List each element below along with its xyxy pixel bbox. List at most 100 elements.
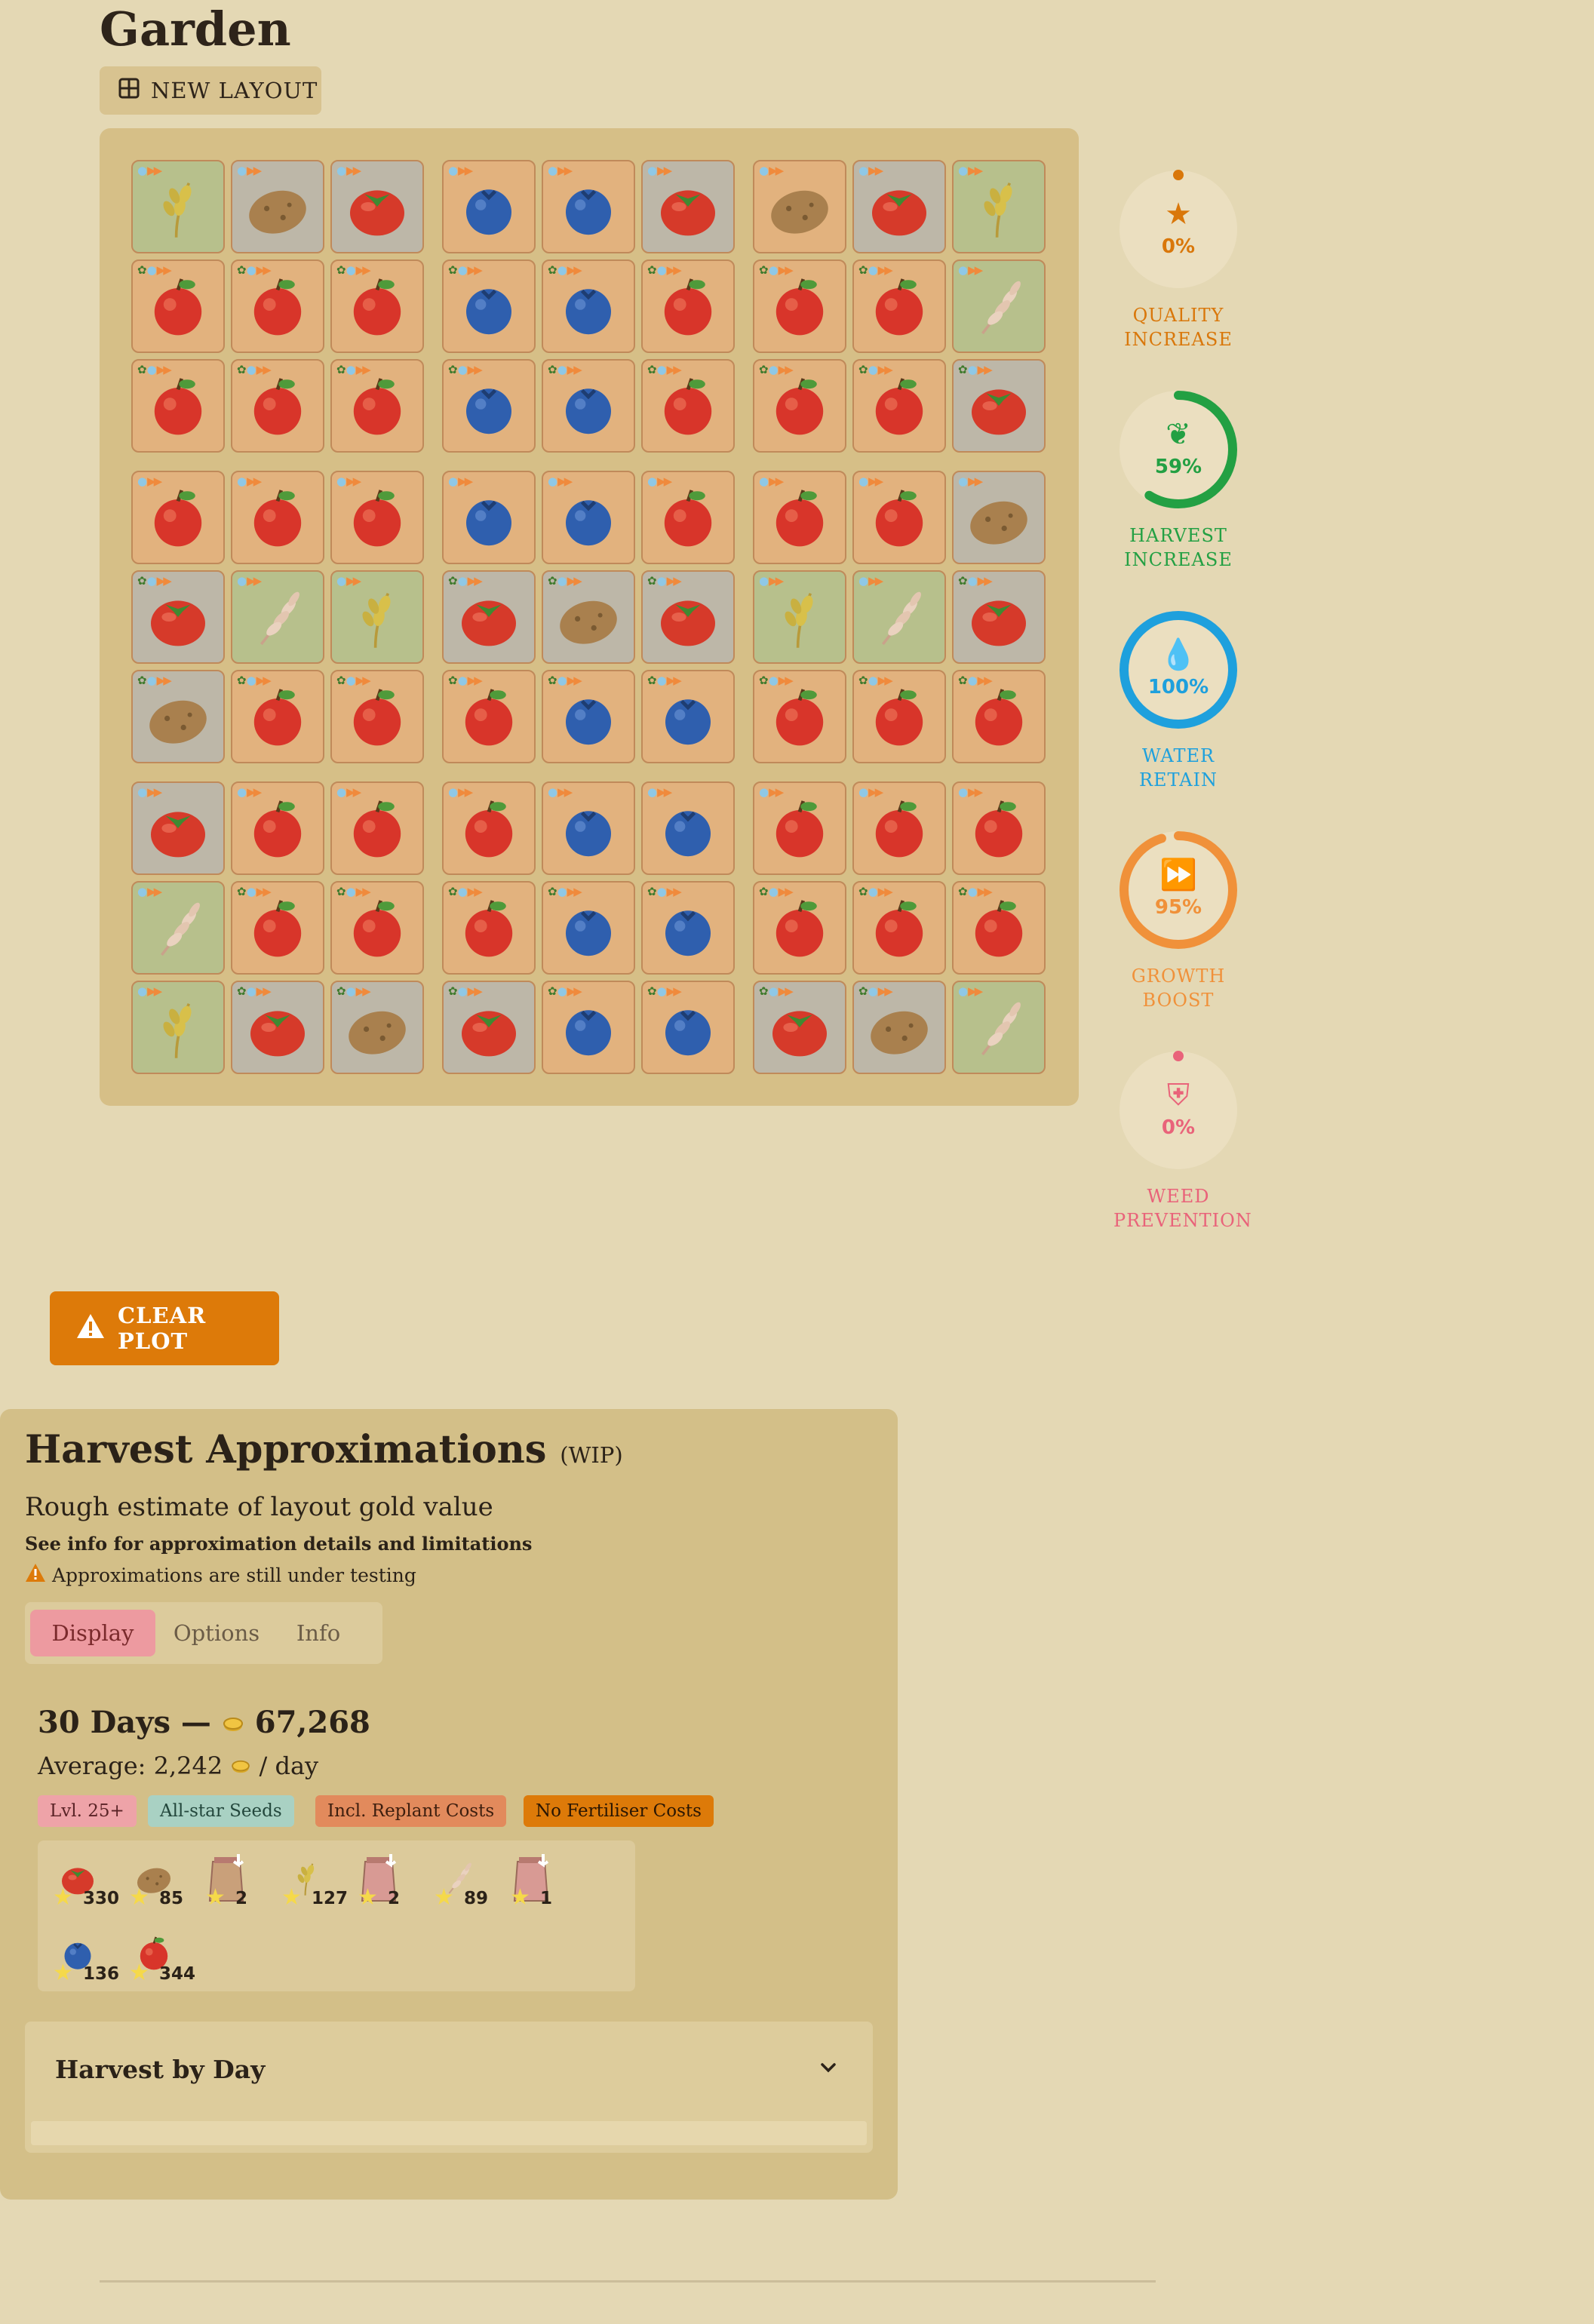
garden-plot[interactable]: ●▶▶ [952,781,1046,875]
garden-plot[interactable]: ●▶▶ [131,160,225,253]
garden-plot[interactable]: ●▶▶ [442,781,536,875]
garden-plot[interactable]: ●▶▶ [231,781,324,875]
garden-plot[interactable]: ✿●▶▶ [131,570,225,664]
garden-plot[interactable]: ✿●▶▶ [231,359,324,453]
tab-display[interactable]: Display [30,1610,155,1656]
stat-value: 59% [1154,456,1202,478]
harvest-by-day-accordion[interactable]: Harvest by Day [25,2022,873,2153]
garden-plot[interactable]: ✿●▶▶ [131,670,225,763]
tab-options[interactable]: Options [164,1610,269,1656]
garden-plot[interactable]: ●▶▶ [753,570,846,664]
page-title: Garden [100,2,291,57]
garden-plot[interactable]: ✿●▶▶ [952,570,1046,664]
garden-plot[interactable]: ●▶▶ [753,471,846,564]
garden-plot[interactable]: ●▶▶ [952,160,1046,253]
garden-plot[interactable]: ●▶▶ [952,471,1046,564]
garden-plot[interactable]: ✿●▶▶ [131,259,225,353]
stat-value: 100% [1147,676,1209,698]
garden-plot[interactable]: ●▶▶ [131,781,225,875]
garden-plot[interactable]: ●▶▶ [852,471,946,564]
garden-plot[interactable]: ✿●▶▶ [542,881,635,975]
garden-plot[interactable]: ●▶▶ [131,471,225,564]
garden-plot[interactable]: ●▶▶ [330,471,424,564]
garden-plot[interactable]: ●▶▶ [231,160,324,253]
harvest-by-day-label: Harvest by Day [55,2055,266,2084]
harvest-item-count: 1 [540,1889,553,1908]
footer-divider [100,2280,1156,2283]
garden-plot[interactable]: ✿●▶▶ [330,259,424,353]
garden-plot[interactable]: ✿●▶▶ [753,359,846,453]
garden-plot[interactable]: ✿●▶▶ [542,259,635,353]
garden-plot[interactable]: ✿●▶▶ [330,981,424,1074]
stat-label: WATER RETAIN [1138,745,1218,791]
garden-plot[interactable]: ●▶▶ [641,781,735,875]
garden-plot[interactable]: ✿●▶▶ [442,259,536,353]
garden-plot[interactable]: ✿●▶▶ [542,670,635,763]
garden-plot[interactable]: ✿●▶▶ [231,670,324,763]
garden-plot[interactable]: ✿●▶▶ [330,670,424,763]
garden-plot[interactable]: ●▶▶ [542,160,635,253]
garden-plot[interactable]: ✿●▶▶ [952,670,1046,763]
garden-plot[interactable]: ●▶▶ [231,570,324,664]
garden-plot[interactable]: ●▶▶ [952,259,1046,353]
garden-plot[interactable]: ✿●▶▶ [952,881,1046,975]
garden-plot[interactable]: ✿●▶▶ [542,981,635,1074]
garden-plot[interactable]: ✿●▶▶ [641,570,735,664]
harvest-item-count: 136 [83,1964,120,1984]
garden-plot[interactable]: ●▶▶ [330,781,424,875]
garden-plot[interactable]: ●▶▶ [952,981,1046,1074]
garden-plot[interactable]: ✿●▶▶ [131,359,225,453]
garden-plot[interactable]: ●▶▶ [330,570,424,664]
garden-plot[interactable]: ✿●▶▶ [641,881,735,975]
garden-plot[interactable]: ●▶▶ [231,471,324,564]
garden-plot[interactable]: ✿●▶▶ [442,570,536,664]
garden-plot[interactable]: ●▶▶ [542,471,635,564]
garden-plot[interactable]: ✿●▶▶ [231,259,324,353]
harvest-item: ★ 2 [204,1851,276,1914]
garden-plot[interactable]: ●▶▶ [542,781,635,875]
garden-plot[interactable]: ✿●▶▶ [952,359,1046,453]
garden-plot[interactable]: ✿●▶▶ [753,981,846,1074]
tab-info[interactable]: Info [277,1610,360,1656]
garden-plot[interactable]: ✿●▶▶ [852,670,946,763]
garden-plot[interactable]: ●▶▶ [330,160,424,253]
garden-plot[interactable]: ✿●▶▶ [641,981,735,1074]
garden-plot[interactable]: ✿●▶▶ [641,259,735,353]
garden-plot[interactable]: ●▶▶ [852,781,946,875]
garden-plot[interactable]: ✿●▶▶ [852,359,946,453]
garden-plot[interactable]: ✿●▶▶ [753,259,846,353]
garden-plot[interactable]: ✿●▶▶ [330,359,424,453]
star-icon: ★ [1165,197,1192,232]
garden-plot[interactable]: ●▶▶ [852,160,946,253]
garden-plot[interactable]: ●▶▶ [442,471,536,564]
garden-plot[interactable]: ✿●▶▶ [442,881,536,975]
garden-plot[interactable]: ✿●▶▶ [641,359,735,453]
stat-value: 95% [1154,896,1202,919]
garden-plot[interactable]: ✿●▶▶ [442,670,536,763]
stat-quality: ★ 0% QUALITY INCREASE [1113,164,1243,352]
garden-plot[interactable]: ●▶▶ [753,781,846,875]
garden-plot[interactable]: ●▶▶ [641,471,735,564]
clear-plot-button[interactable]: CLEAR PLOT [50,1291,279,1365]
garden-plot[interactable]: ●▶▶ [131,981,225,1074]
garden-plot[interactable]: ✿●▶▶ [753,881,846,975]
garden-plot[interactable]: ✿●▶▶ [753,670,846,763]
garden-plot[interactable]: ●▶▶ [753,160,846,253]
garden-plot[interactable]: ✿●▶▶ [852,881,946,975]
garden-plot[interactable]: ✿●▶▶ [231,881,324,975]
garden-plot[interactable]: ●▶▶ [131,881,225,975]
garden-plot[interactable]: ✿●▶▶ [442,359,536,453]
garden-plot[interactable]: ✿●▶▶ [231,981,324,1074]
new-layout-button[interactable]: NEW LAYOUT [100,66,321,115]
garden-plot[interactable]: ✿●▶▶ [442,981,536,1074]
garden-plot[interactable]: ✿●▶▶ [852,981,946,1074]
stat-label: WEED PREVENTION [1113,1186,1252,1231]
garden-plot[interactable]: ✿●▶▶ [852,259,946,353]
garden-plot[interactable]: ●▶▶ [852,570,946,664]
garden-plot[interactable]: ●▶▶ [442,160,536,253]
garden-plot[interactable]: ✿●▶▶ [330,881,424,975]
garden-plot[interactable]: ●▶▶ [641,160,735,253]
garden-plot[interactable]: ✿●▶▶ [542,359,635,453]
garden-plot[interactable]: ✿●▶▶ [641,670,735,763]
garden-plot[interactable]: ✿●▶▶ [542,570,635,664]
